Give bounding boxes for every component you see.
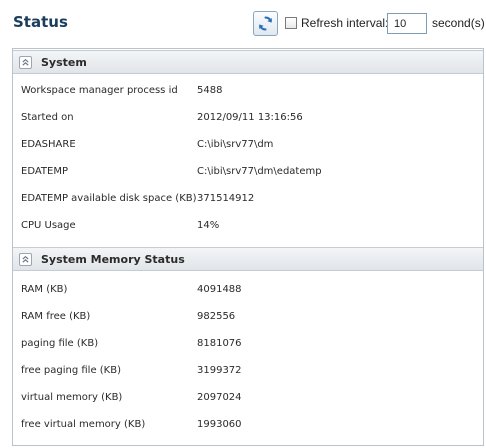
memory-collapse-button[interactable]: [19, 253, 32, 266]
row-label: virtual memory (KB): [21, 392, 123, 403]
row-value: 14%: [197, 220, 220, 231]
row-value: 4091488: [197, 284, 242, 295]
refresh-button[interactable]: [253, 11, 278, 36]
refresh-interval-label: Refresh interval:: [301, 16, 389, 30]
system-section-header: System: [13, 50, 483, 74]
refresh-interval-input[interactable]: [387, 13, 427, 34]
row-label: EDATEMP available disk space (KB): [21, 193, 197, 204]
memory-section-title: System Memory Status: [41, 253, 185, 266]
row-value: 2097024: [197, 392, 242, 403]
system-section-title: System: [41, 56, 87, 69]
row-label: EDATEMP: [21, 166, 68, 177]
page-title: Status: [13, 13, 68, 31]
row-label: free virtual memory (KB): [21, 419, 146, 430]
row-label: EDASHARE: [21, 139, 76, 150]
seconds-label: second(s): [432, 16, 485, 30]
row-value: 1993060: [197, 419, 242, 430]
row-value: 982556: [197, 311, 236, 322]
row-label: Started on: [21, 112, 74, 123]
row-value: 2012/09/11 13:16:56: [197, 112, 303, 123]
row-value: 5488: [197, 85, 223, 96]
row-label: Workspace manager process id: [21, 85, 178, 96]
row-value: 3199372: [197, 365, 242, 376]
memory-section-header: System Memory Status: [13, 247, 483, 271]
collapse-up-icon: [22, 58, 29, 66]
row-label: free paging file (KB): [21, 365, 121, 376]
status-header: Status Refresh interval: second(s): [0, 0, 486, 44]
system-collapse-button[interactable]: [19, 56, 32, 69]
row-label: RAM (KB): [21, 284, 68, 295]
row-label: paging file (KB): [21, 338, 99, 349]
refresh-interval-checkbox[interactable]: [285, 17, 297, 29]
row-value: 371514912: [197, 193, 255, 204]
row-value: C:\ibi\srv77\dm\edatemp: [197, 166, 322, 177]
collapse-up-icon: [22, 255, 29, 263]
row-label: RAM free (KB): [21, 311, 91, 322]
row-value: 8181076: [197, 338, 242, 349]
refresh-icon: [259, 16, 272, 31]
status-panel: System Workspace manager process id 5488…: [12, 48, 484, 446]
row-value: C:\ibi\srv77\dm: [197, 139, 274, 150]
row-label: CPU Usage: [21, 220, 76, 231]
